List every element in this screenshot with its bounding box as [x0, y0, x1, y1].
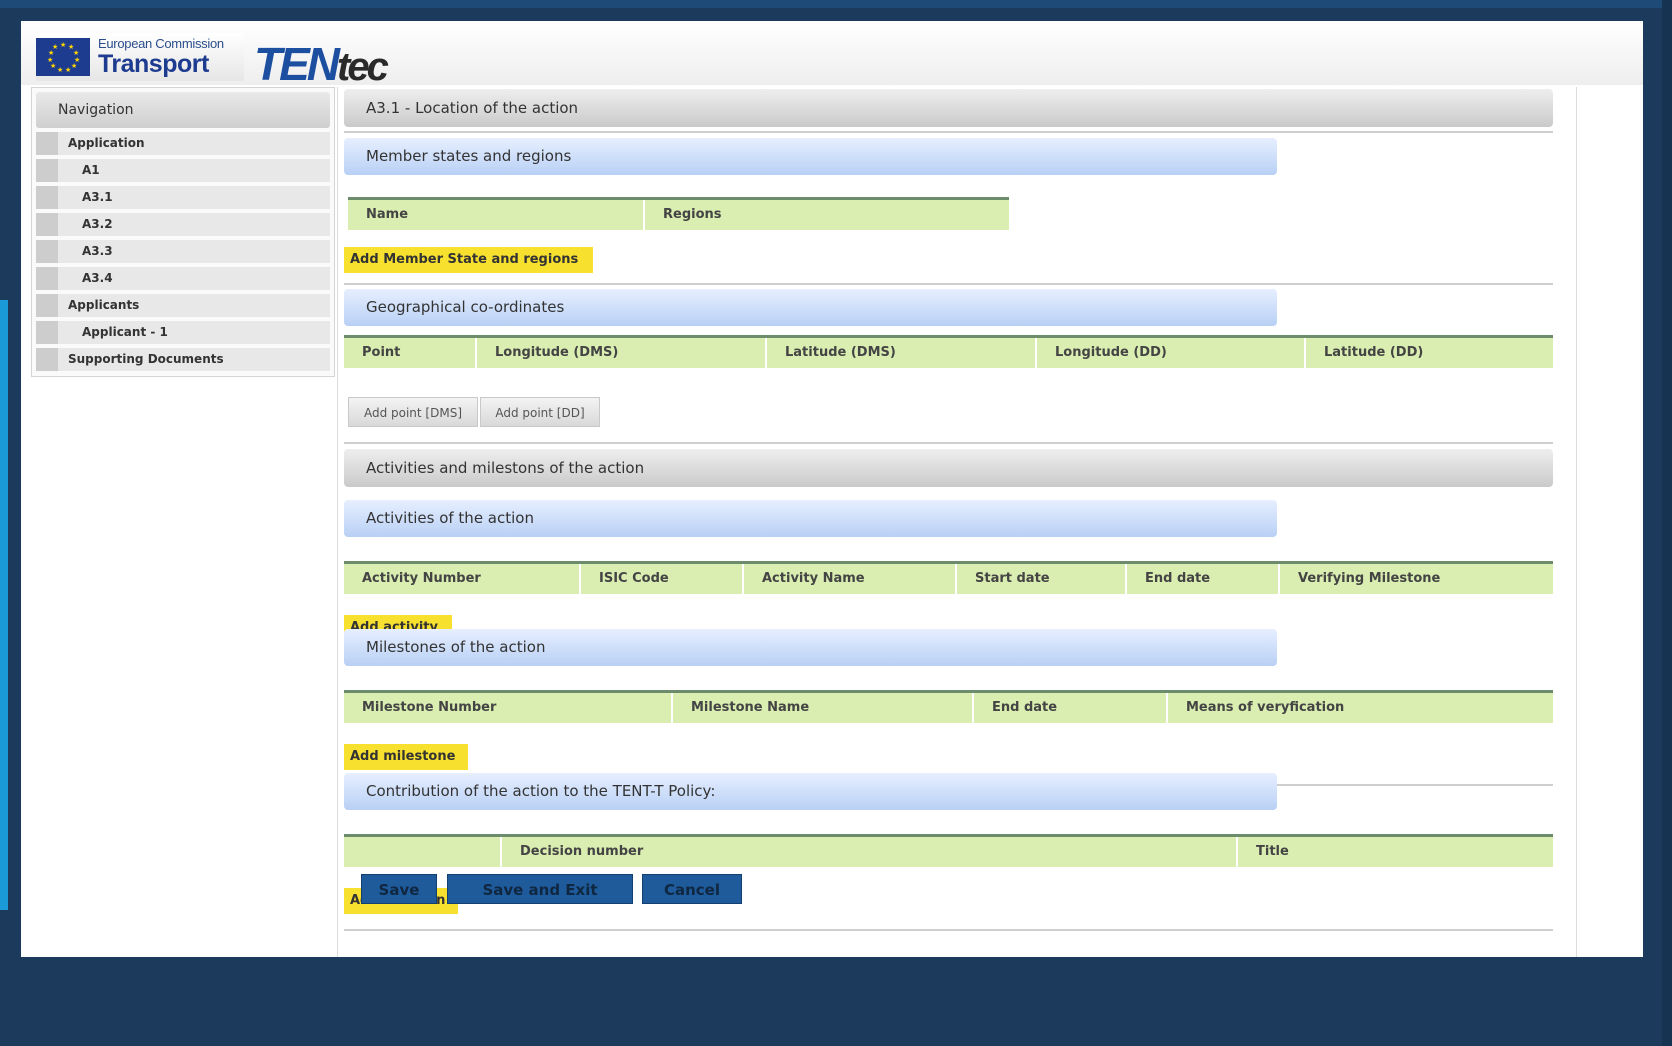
nav-item-a3-4[interactable]: A3.4: [36, 267, 330, 290]
column-header: Title: [1256, 844, 1289, 859]
column-header: Milestone Name: [673, 693, 974, 723]
nav-item-label: A3.3: [82, 244, 113, 258]
column-header: [344, 837, 502, 867]
page-title: A3.1 - Location of the action: [344, 89, 1553, 127]
header: ★ ★ ★ ★ ★ ★ ★ ★ ★ ★ ★ ★ European Commiss…: [21, 21, 1643, 90]
save-and-exit-button[interactable]: Save and Exit: [447, 874, 633, 904]
divider: [344, 131, 1553, 133]
divider: [344, 929, 1553, 931]
column-header: Regions: [663, 207, 722, 222]
column-header: Milestone Number: [344, 693, 673, 723]
nav-item-label: Application: [68, 136, 145, 150]
member-states-heading: Member states and regions: [344, 138, 1277, 175]
geo-heading: Geographical co-ordinates: [344, 289, 1277, 326]
nav-item-a1[interactable]: A1: [36, 159, 330, 182]
divider: [344, 283, 1553, 285]
activities-table-header: Activity Number ISIC Code Activity Name …: [344, 561, 1553, 594]
nav-item-a3-1[interactable]: A3.1: [36, 186, 330, 209]
app-frame: ★ ★ ★ ★ ★ ★ ★ ★ ★ ★ ★ ★ European Commiss…: [21, 21, 1643, 957]
nav-item-applicant-1[interactable]: Applicant - 1: [36, 321, 330, 344]
nav-bullet-icon: [36, 321, 58, 344]
column-header: Decision number: [502, 837, 1238, 867]
nav-item-label: Supporting Documents: [68, 352, 224, 366]
contribution-table-header: Decision number Title: [344, 834, 1553, 867]
nav-bullet-icon: [36, 186, 58, 209]
main-content: A3.1 - Location of the action Member sta…: [337, 87, 1577, 957]
activities-milestones-heading: Activities and milestons of the action: [344, 449, 1553, 487]
nav-item-label: Applicants: [68, 298, 140, 312]
navigation-panel: Navigation Application A1 A3.1 A3.2 A3.3…: [31, 87, 335, 377]
column-header: Activity Number: [344, 564, 581, 594]
ec-logo[interactable]: ★ ★ ★ ★ ★ ★ ★ ★ ★ ★ ★ ★ European Commiss…: [36, 33, 244, 81]
add-member-state-button[interactable]: Add Member State and regions: [344, 247, 593, 273]
contribution-heading: Contribution of the action to the TENT-T…: [344, 773, 1277, 810]
nav-item-label: Applicant - 1: [82, 325, 168, 339]
nav-item-label: A1: [82, 163, 100, 177]
add-point-dms-button[interactable]: Add point [DMS]: [348, 397, 478, 427]
column-header: End date: [1127, 564, 1280, 594]
save-button[interactable]: Save: [361, 874, 437, 904]
column-header: Point: [344, 338, 477, 368]
column-header: Name: [348, 200, 645, 230]
column-header: Longitude (DMS): [477, 338, 767, 368]
nav-item-label: A3.4: [82, 271, 113, 285]
ec-name: European Commission: [98, 36, 224, 51]
nav-item-a3-3[interactable]: A3.3: [36, 240, 330, 263]
column-header: End date: [974, 693, 1168, 723]
column-header: Means of veryfication: [1186, 700, 1345, 715]
nav-bullet-icon: [36, 348, 58, 371]
column-header: Verifying Milestone: [1298, 571, 1441, 586]
navigation-title: Navigation: [36, 92, 330, 128]
add-milestone-button[interactable]: Add milestone: [344, 744, 468, 770]
milestones-heading: Milestones of the action: [344, 629, 1277, 666]
tentec-ten: TEN: [254, 38, 340, 90]
nav-item-label: A3.2: [82, 217, 113, 231]
top-strip: [0, 0, 1672, 8]
column-header: ISIC Code: [581, 564, 744, 594]
tentec-tec: tec: [337, 45, 389, 89]
column-header: Latitude (DMS): [767, 338, 1037, 368]
right-accent: [1662, 0, 1672, 1046]
activities-heading: Activities of the action: [344, 500, 1277, 537]
column-header: Start date: [957, 564, 1127, 594]
milestones-table-header: Milestone Number Milestone Name End date…: [344, 690, 1553, 723]
eu-flag-icon: ★ ★ ★ ★ ★ ★ ★ ★ ★ ★ ★ ★: [36, 38, 90, 76]
column-header: Longitude (DD): [1037, 338, 1306, 368]
divider: [344, 442, 1553, 444]
add-point-dd-button[interactable]: Add point [DD]: [480, 397, 600, 427]
nav-item-applicants[interactable]: Applicants: [36, 294, 330, 317]
nav-item-label: A3.1: [82, 190, 113, 204]
dg-name: Transport: [98, 50, 209, 78]
column-header: Activity Name: [744, 564, 957, 594]
geo-table-header: Point Longitude (DMS) Latitude (DMS) Lon…: [344, 335, 1553, 368]
nav-item-supporting-documents[interactable]: Supporting Documents: [36, 348, 330, 371]
nav-bullet-icon: [36, 267, 58, 290]
column-header: Latitude (DD): [1324, 345, 1424, 360]
cancel-button[interactable]: Cancel: [642, 874, 742, 904]
nav-item-application[interactable]: Application: [36, 132, 330, 155]
nav-item-a3-2[interactable]: A3.2: [36, 213, 330, 236]
nav-bullet-icon: [36, 213, 58, 236]
nav-bullet-icon: [36, 240, 58, 263]
nav-bullet-icon: [36, 132, 58, 155]
left-accent: [0, 300, 8, 910]
tentec-logo[interactable]: TENtec: [254, 37, 389, 90]
member-states-table-header: Name Regions: [348, 197, 1009, 230]
nav-bullet-icon: [36, 159, 58, 182]
nav-bullet-icon: [36, 294, 58, 317]
